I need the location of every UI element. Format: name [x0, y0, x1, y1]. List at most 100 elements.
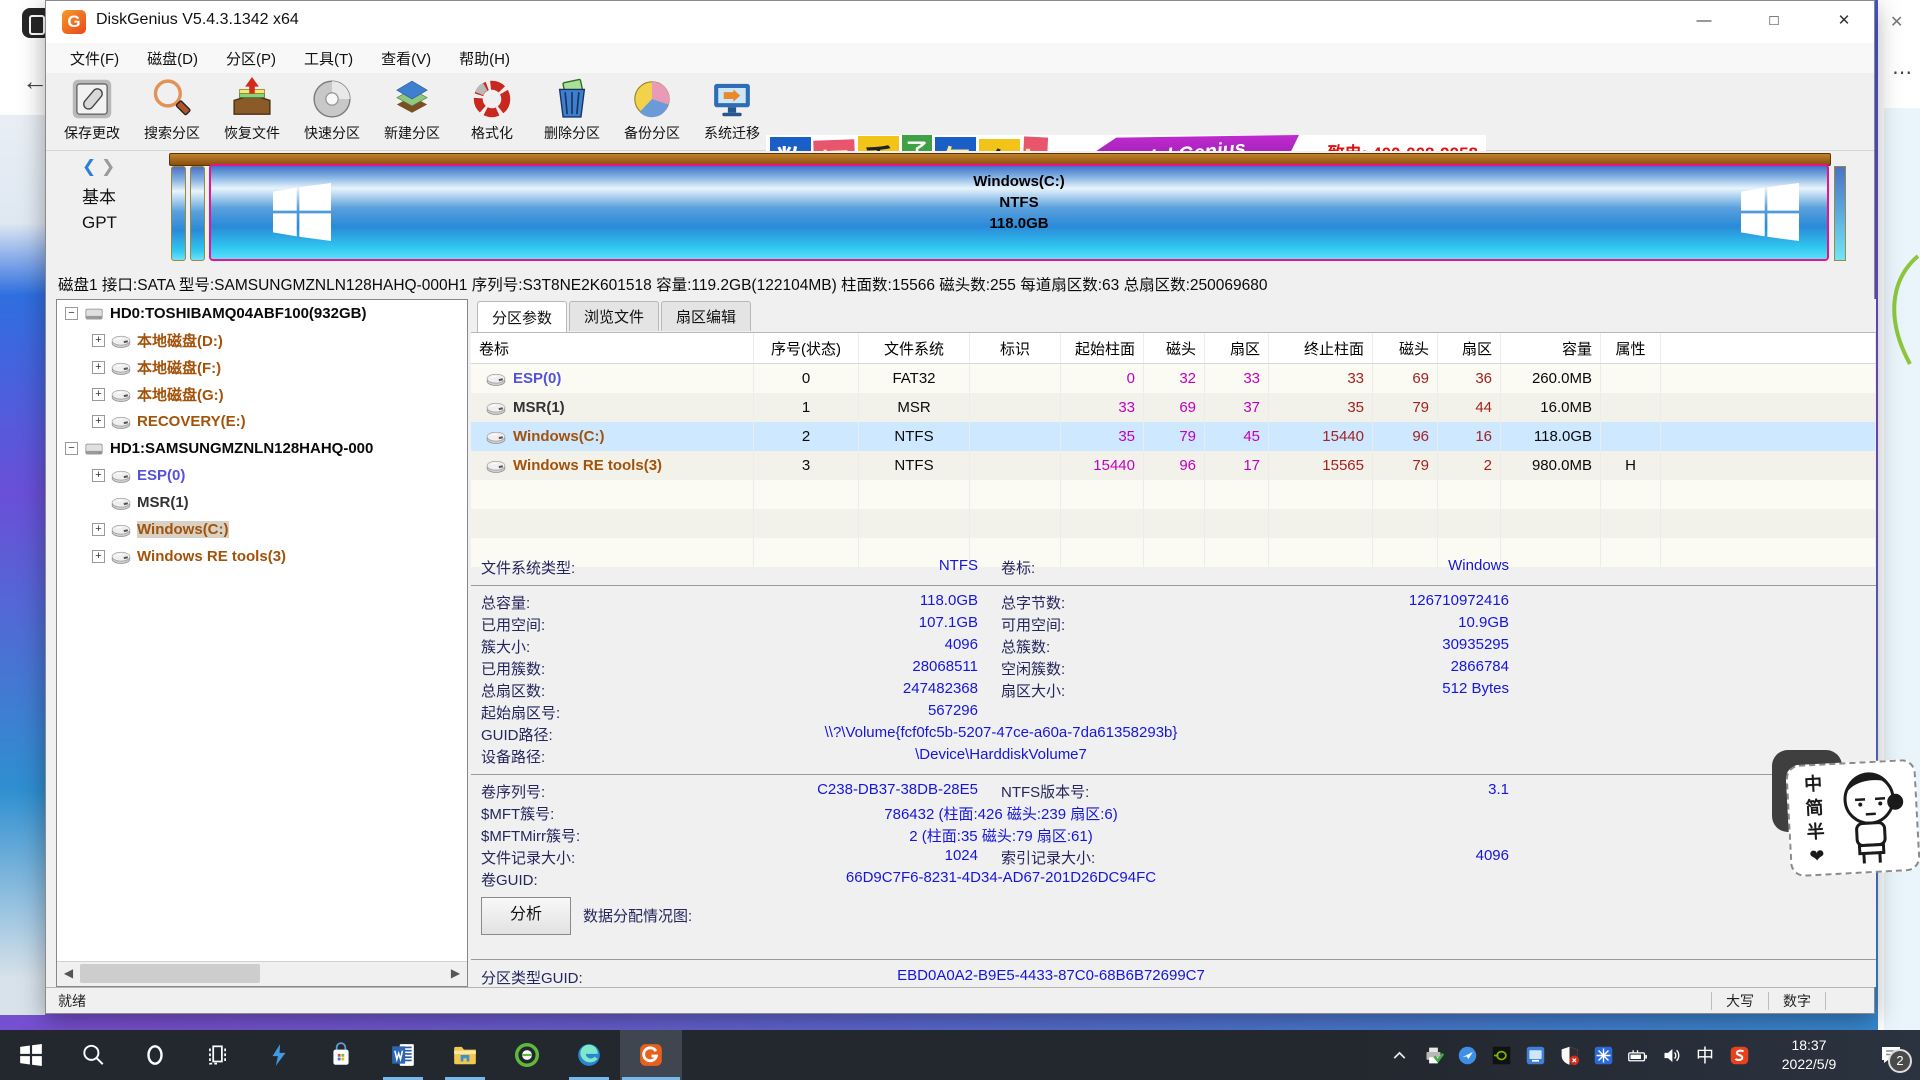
tab-active[interactable]: 分区参数 [477, 301, 567, 333]
analyze-button[interactable]: 分析 [481, 897, 571, 935]
search-button[interactable] [62, 1030, 124, 1080]
notification-button[interactable]: 2 [1862, 1030, 1920, 1080]
disk-map-scroll[interactable] [1834, 166, 1846, 261]
expand-icon[interactable]: + [92, 469, 105, 482]
column-header[interactable]: 卷标 [471, 333, 754, 363]
search-partition-button[interactable]: 搜索分区 [132, 75, 212, 147]
menu-item[interactable]: 帮助(H) [445, 44, 524, 73]
expand-icon[interactable]: + [92, 523, 105, 536]
column-header[interactable]: 文件系统 [859, 333, 970, 363]
tray-sogou-icon[interactable] [1722, 1030, 1756, 1080]
tray-printer-icon[interactable] [1416, 1030, 1450, 1080]
tree-item[interactable]: MSR(1) [57, 489, 467, 516]
word-button[interactable] [372, 1030, 434, 1080]
tray-nvidia-icon[interactable] [1484, 1030, 1518, 1080]
system-migrate-button[interactable]: 系统迁移 [692, 75, 772, 147]
prev-disk-icon[interactable]: ❮ [82, 157, 96, 176]
table-row[interactable]: ESP(0)0FAT3203233336936260.0MB [471, 364, 1876, 393]
new-partition-button[interactable]: 新建分区 [372, 75, 452, 147]
expand-icon[interactable]: + [92, 334, 105, 347]
table-row[interactable]: Windows RE tools(3)3NTFS1544096171556579… [471, 451, 1876, 480]
scrollbar-thumb[interactable] [80, 964, 260, 983]
save-changes-button[interactable]: 保存更改 [52, 75, 132, 147]
partition-bar-windows-selected[interactable]: Windows(C:) NTFS 118.0GB [209, 164, 1829, 261]
quick-partition-button[interactable]: 快速分区 [292, 75, 372, 147]
collapse-icon[interactable]: − [65, 307, 78, 320]
column-header[interactable]: 标识 [970, 333, 1061, 363]
start-button[interactable] [0, 1030, 62, 1080]
tray-messenger-icon[interactable] [1450, 1030, 1484, 1080]
disk-table-type-label: GPT [82, 213, 117, 233]
tray-snowflake-icon[interactable] [1586, 1030, 1620, 1080]
tree-item[interactable]: +Windows(C:) [57, 516, 467, 543]
maximize-button[interactable]: □ [1751, 1, 1797, 41]
delete-partition-button[interactable]: 删除分区 [532, 75, 612, 147]
tray-expand-button[interactable] [1382, 1030, 1416, 1080]
table-cell [1144, 509, 1205, 538]
format-button[interactable]: 格式化 [452, 75, 532, 147]
tree-item[interactable]: +RECOVERY(E:) [57, 408, 467, 435]
column-header[interactable]: 扇区 [1205, 333, 1269, 363]
expand-icon[interactable]: + [92, 415, 105, 428]
taskbar-clock[interactable]: 18:37 2022/5/9 [1756, 1030, 1862, 1080]
tree-horizontal-scrollbar[interactable]: ◀ ▶ [57, 961, 467, 986]
tree-item[interactable]: +本地磁盘(D:) [57, 327, 467, 354]
expand-icon[interactable]: + [92, 550, 105, 563]
tree-item[interactable]: +本地磁盘(G:) [57, 381, 467, 408]
expand-icon[interactable]: + [92, 388, 105, 401]
column-header[interactable]: 属性 [1601, 333, 1661, 363]
scroll-left-icon[interactable]: ◀ [57, 962, 80, 985]
tray-volume-icon[interactable] [1654, 1030, 1688, 1080]
ime-status-widget[interactable]: 中简半❤ [1788, 758, 1920, 876]
tree-item[interactable]: −HD1:SAMSUNGMZNLN128HAHQ-000 [57, 435, 467, 462]
tray-battery-icon[interactable] [1620, 1030, 1654, 1080]
ime-widget-card[interactable]: 中简半❤ [1785, 759, 1920, 878]
column-header[interactable]: 扇区 [1438, 333, 1501, 363]
tree-item[interactable]: +Windows RE tools(3) [57, 543, 467, 570]
tree-item[interactable]: +本地磁盘(F:) [57, 354, 467, 381]
minimize-button[interactable]: — [1681, 1, 1727, 41]
detail-value: 4096 [646, 636, 978, 653]
volume-cell: ESP(0) [471, 364, 754, 393]
menu-item[interactable]: 文件(F) [56, 44, 133, 73]
collapse-icon[interactable]: − [65, 442, 78, 455]
tray-defender-icon[interactable] [1552, 1030, 1586, 1080]
menu-item[interactable]: 分区(P) [212, 44, 290, 73]
cortana-button[interactable] [124, 1030, 186, 1080]
column-header[interactable]: 序号(状态) [754, 333, 859, 363]
browser-360-button[interactable] [496, 1030, 558, 1080]
tray-intel-graphics-icon[interactable] [1518, 1030, 1552, 1080]
tab-inactive[interactable]: 浏览文件 [569, 301, 659, 331]
recover-files-button[interactable]: 恢复文件 [212, 75, 292, 147]
column-header[interactable]: 磁头 [1144, 333, 1205, 363]
menu-item[interactable]: 工具(T) [290, 44, 367, 73]
close-button[interactable]: ✕ [1821, 1, 1867, 41]
edge-button[interactable] [558, 1030, 620, 1080]
flash-app-button[interactable] [248, 1030, 310, 1080]
expand-icon[interactable]: + [92, 361, 105, 374]
column-header[interactable]: 起始柱面 [1061, 333, 1144, 363]
partition-bar-msr[interactable] [190, 166, 205, 261]
menu-item[interactable]: 磁盘(D) [133, 44, 212, 73]
tree-item[interactable]: −HD0:TOSHIBAMQ04ABF100(932GB) [57, 300, 467, 327]
diskgenius-taskbar-button[interactable] [620, 1030, 682, 1080]
task-view-button[interactable] [186, 1030, 248, 1080]
table-row[interactable]: MSR(1)1MSR33693735794416.0MB [471, 393, 1876, 422]
column-header[interactable]: 终止柱面 [1269, 333, 1373, 363]
explorer-button[interactable] [434, 1030, 496, 1080]
table-row[interactable]: Windows(C:)2NTFS357945154409616118.0GB [471, 422, 1876, 451]
tree-item[interactable]: +ESP(0) [57, 462, 467, 489]
column-header[interactable]: 磁头 [1373, 333, 1438, 363]
background-close-icon[interactable]: ✕ [1890, 12, 1903, 32]
scroll-right-icon[interactable]: ▶ [444, 962, 467, 985]
column-header[interactable]: 容量 [1501, 333, 1601, 363]
tab-inactive[interactable]: 扇区编辑 [661, 301, 751, 331]
defender-icon [1559, 1045, 1580, 1066]
background-more-icon[interactable]: ⋯ [1892, 60, 1913, 85]
store-button[interactable] [310, 1030, 372, 1080]
tray-ime-indicator[interactable]: 中 [1688, 1030, 1722, 1080]
partition-bar-esp[interactable] [171, 166, 186, 261]
backup-partition-button[interactable]: 备份分区 [612, 75, 692, 147]
menu-item[interactable]: 查看(V) [367, 44, 445, 73]
next-disk-icon[interactable]: ❯ [101, 157, 115, 176]
